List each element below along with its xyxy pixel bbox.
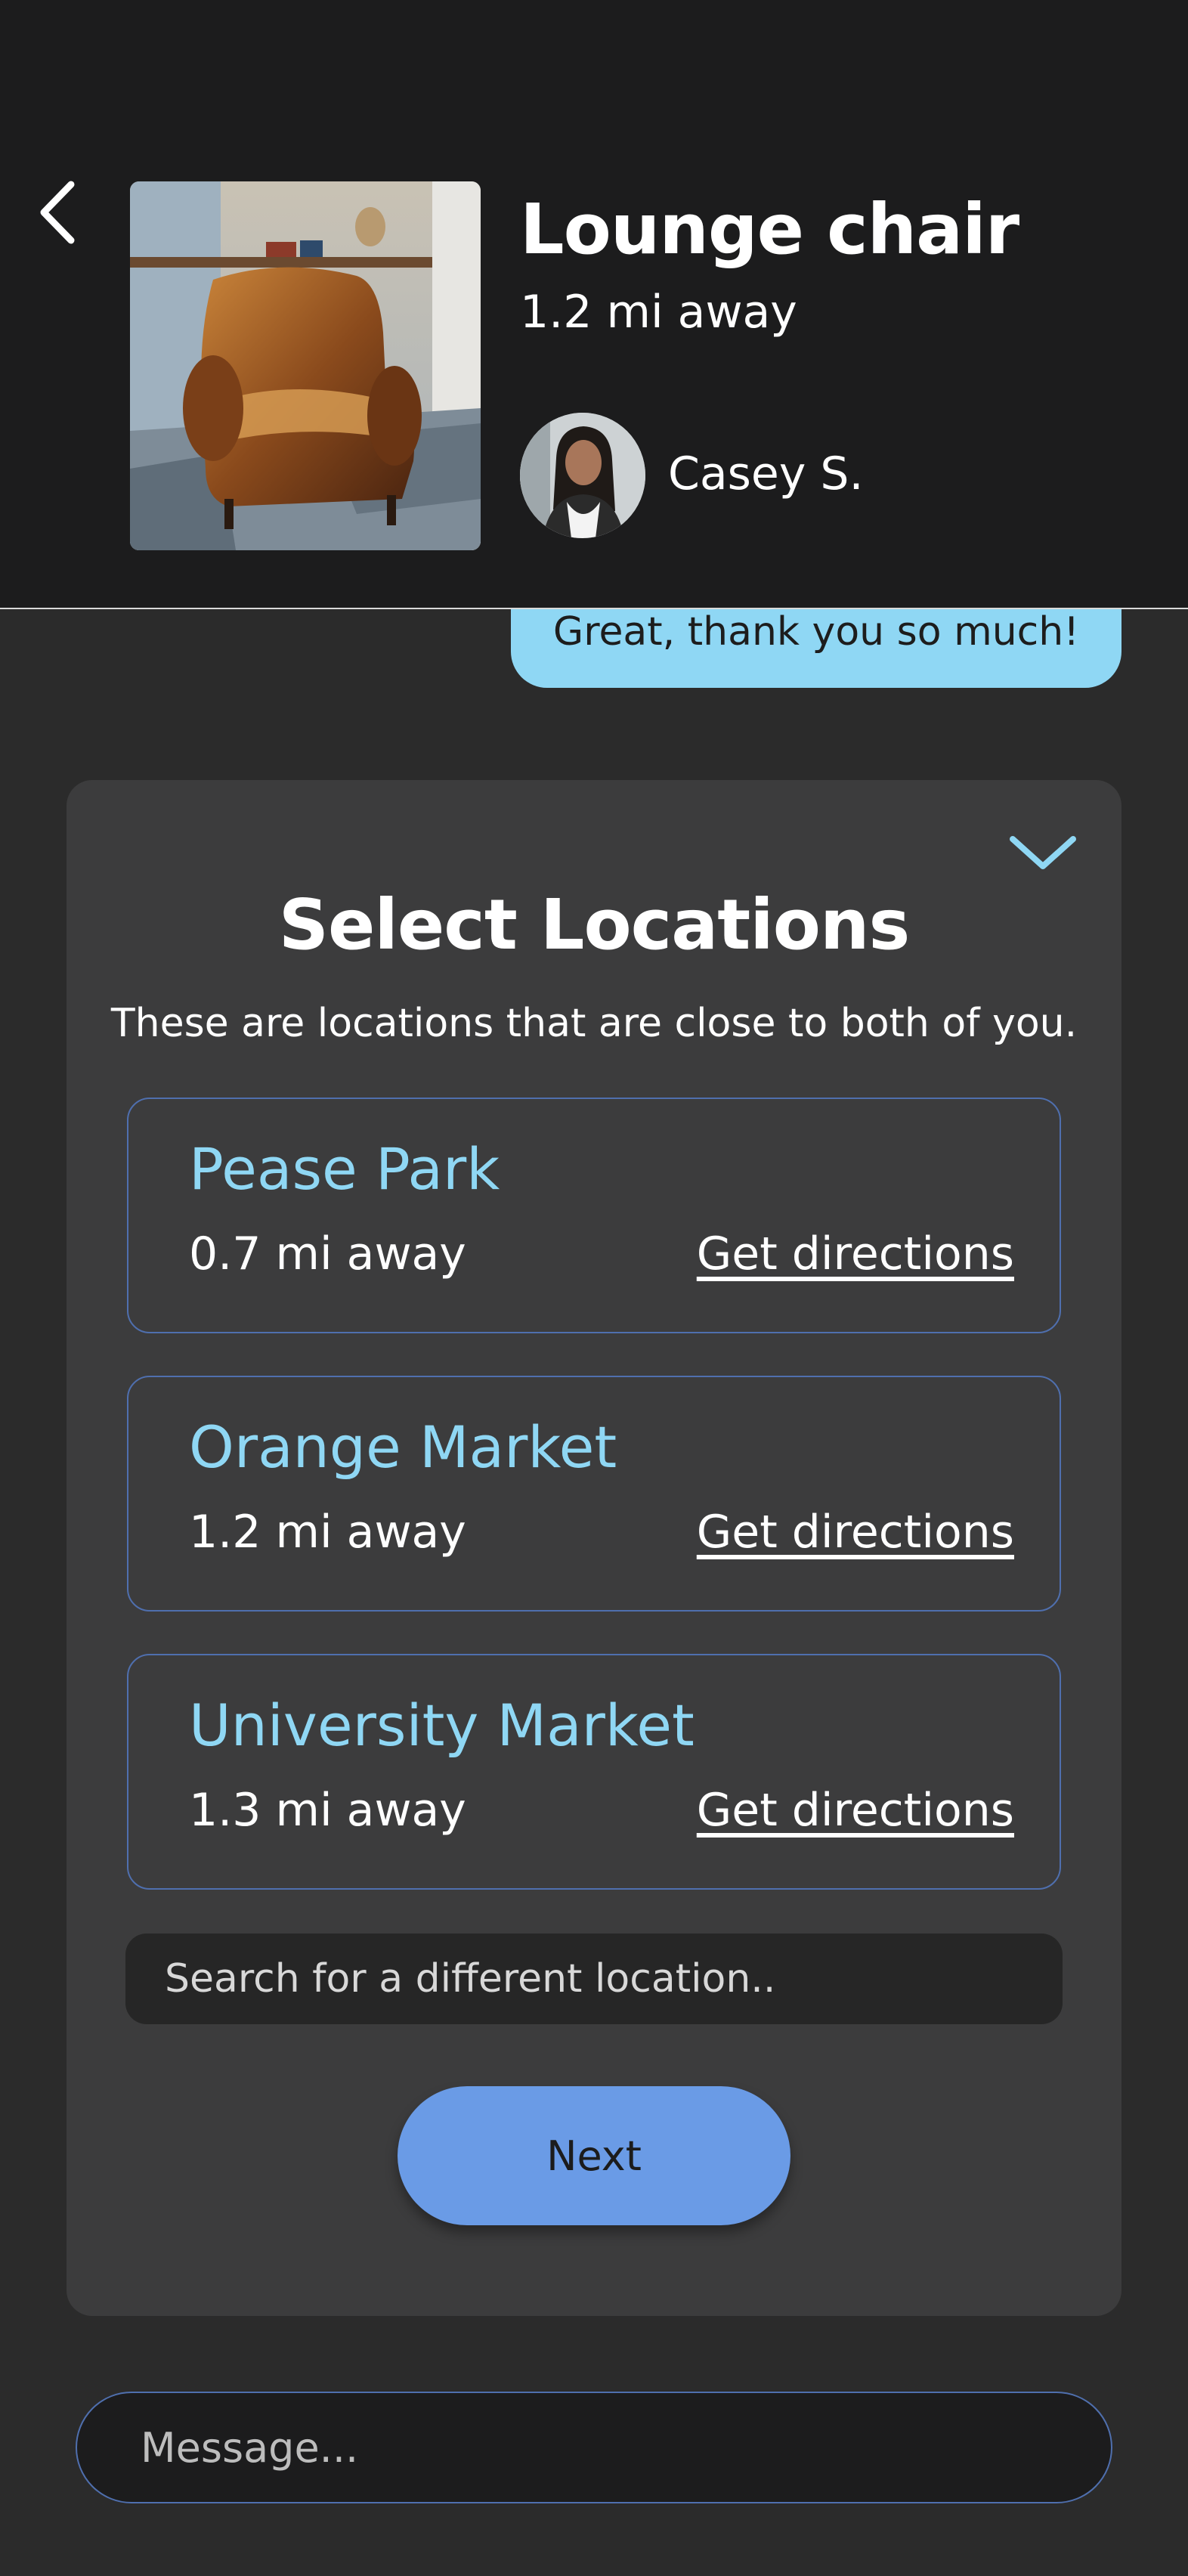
get-directions-link[interactable]: Get directions	[697, 1784, 1014, 1837]
chair-photo	[130, 181, 481, 550]
location-search-input[interactable]	[125, 1934, 1063, 2024]
card-subtitle: These are locations that are close to bo…	[110, 1001, 1078, 1046]
product-title: Lounge chair	[520, 189, 1019, 270]
message-input[interactable]	[76, 2392, 1112, 2503]
location-distance: 1.3 mi away	[189, 1784, 466, 1837]
chat-screen: Great, thank you so much! Lounge chair 1…	[0, 0, 1188, 2576]
product-image[interactable]	[130, 181, 481, 550]
collapse-button[interactable]	[1007, 830, 1079, 875]
location-name: Orange Market	[189, 1413, 617, 1481]
select-locations-card: Select Locations These are locations tha…	[67, 780, 1121, 2316]
chevron-left-icon	[40, 181, 75, 244]
location-option-pease-park[interactable]: Pease Park 0.7 mi away Get directions	[127, 1098, 1061, 1333]
card-title: Select Locations	[278, 884, 911, 965]
location-option-university-market[interactable]: University Market 1.3 mi away Get direct…	[127, 1654, 1061, 1890]
back-button[interactable]	[30, 171, 83, 254]
location-name: University Market	[189, 1692, 695, 1759]
get-directions-link[interactable]: Get directions	[697, 1228, 1014, 1280]
next-button[interactable]: Next	[398, 2086, 790, 2225]
seller-avatar[interactable]	[520, 413, 645, 538]
location-option-orange-market[interactable]: Orange Market 1.2 mi away Get directions	[127, 1376, 1061, 1612]
sent-message-text: Great, thank you so much!	[552, 609, 1080, 655]
seller-name: Casey S.	[668, 447, 864, 500]
location-name: Pease Park	[189, 1135, 500, 1203]
listing-header: Lounge chair 1.2 mi away Casey S.	[0, 0, 1188, 609]
avatar-photo	[520, 413, 645, 538]
location-distance: 0.7 mi away	[189, 1228, 466, 1280]
chevron-down-icon	[1010, 836, 1076, 869]
location-distance: 1.2 mi away	[189, 1506, 466, 1559]
get-directions-link[interactable]: Get directions	[697, 1506, 1014, 1559]
product-distance: 1.2 mi away	[520, 286, 797, 339]
